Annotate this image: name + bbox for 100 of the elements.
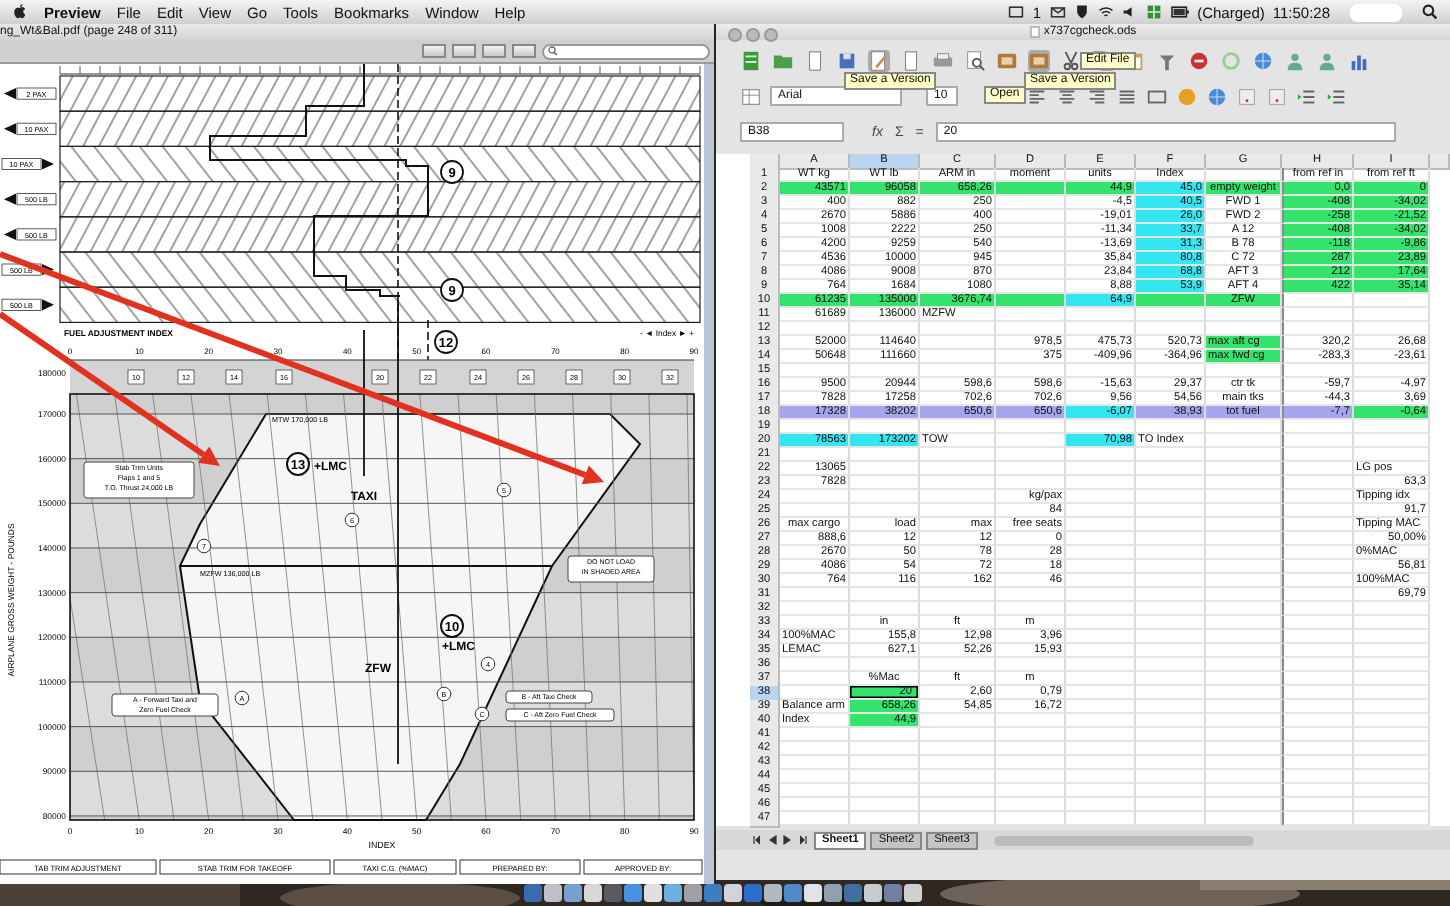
table-cell[interactable] (1282, 756, 1354, 770)
table-cell[interactable] (1354, 448, 1430, 462)
table-cell[interactable] (1206, 700, 1282, 714)
table-cell[interactable] (996, 742, 1066, 756)
table-cell[interactable] (780, 602, 850, 616)
table-cell[interactable] (996, 476, 1066, 490)
table-cell[interactable] (1282, 644, 1354, 658)
column-header[interactable] (1430, 154, 1450, 170)
table-cell[interactable] (1282, 812, 1354, 826)
table-cell[interactable] (1136, 420, 1206, 434)
justify-icon[interactable] (1116, 85, 1138, 107)
book-icon[interactable] (1028, 49, 1050, 71)
table-cell[interactable] (1136, 546, 1206, 560)
table-cell[interactable] (1282, 602, 1354, 616)
table-cell[interactable] (1206, 686, 1282, 700)
table-cell[interactable] (920, 504, 996, 518)
table-cell[interactable] (996, 308, 1066, 322)
table-cell[interactable] (1354, 658, 1430, 672)
table-cell[interactable] (996, 448, 1066, 462)
table-cell[interactable] (1206, 728, 1282, 742)
table-cell[interactable] (850, 588, 920, 602)
table-cell[interactable] (1066, 546, 1136, 560)
view-button[interactable] (452, 44, 476, 58)
table-cell[interactable] (1354, 686, 1430, 700)
table-cell[interactable] (1136, 644, 1206, 658)
table-cell[interactable] (850, 742, 920, 756)
table-cell[interactable] (1066, 448, 1136, 462)
table-cell[interactable] (1282, 504, 1354, 518)
table-cell[interactable] (1066, 504, 1136, 518)
table-cell[interactable] (850, 784, 920, 798)
table-cell[interactable] (1206, 308, 1282, 322)
table-cell[interactable] (1206, 658, 1282, 672)
table-cell[interactable] (1282, 532, 1354, 546)
table-cell[interactable] (1282, 686, 1354, 700)
table-cell[interactable] (1354, 770, 1430, 784)
table-cell[interactable] (1282, 700, 1354, 714)
table-cell[interactable] (920, 462, 996, 476)
table-cell[interactable] (1066, 574, 1136, 588)
table-cell[interactable] (920, 798, 996, 812)
table-cell[interactable] (1282, 308, 1354, 322)
table-cell[interactable] (1136, 364, 1206, 378)
table-cell[interactable] (1354, 308, 1430, 322)
search-field[interactable] (1350, 3, 1402, 21)
table-cell[interactable] (1206, 742, 1282, 756)
table-cell[interactable] (1354, 644, 1430, 658)
table-cell[interactable] (1136, 672, 1206, 686)
table-cell[interactable] (850, 448, 920, 462)
table-cell[interactable] (920, 714, 996, 728)
table-cell[interactable] (1066, 714, 1136, 728)
table-cell[interactable] (850, 798, 920, 812)
table-cell[interactable] (1136, 322, 1206, 336)
table-cell[interactable] (1066, 644, 1136, 658)
table-cell[interactable] (1066, 756, 1136, 770)
table-cell[interactable] (996, 364, 1066, 378)
table-cell[interactable] (1354, 700, 1430, 714)
table-cell[interactable] (996, 756, 1066, 770)
table-cell[interactable] (920, 322, 996, 336)
table-cell[interactable] (1206, 574, 1282, 588)
table-cell[interactable] (780, 770, 850, 784)
table-cell[interactable] (920, 336, 996, 350)
table-cell[interactable] (996, 252, 1066, 266)
table-cell[interactable] (996, 238, 1066, 252)
table-cell[interactable] (1282, 462, 1354, 476)
table-cell[interactable] (780, 742, 850, 756)
table-cell[interactable] (1282, 420, 1354, 434)
table-cell[interactable] (1206, 518, 1282, 532)
spreadsheet-icon[interactable] (740, 49, 762, 71)
table-cell[interactable] (920, 448, 996, 462)
view-button[interactable] (422, 44, 446, 58)
table-cell[interactable] (1206, 644, 1282, 658)
table-cell[interactable] (1066, 616, 1136, 630)
align-center-icon[interactable] (1056, 85, 1078, 107)
table-cell[interactable] (780, 784, 850, 798)
table-cell[interactable] (1206, 532, 1282, 546)
table-cell[interactable] (920, 476, 996, 490)
decimal-icon[interactable] (1266, 85, 1288, 107)
table-cell[interactable] (1206, 602, 1282, 616)
table-cell[interactable] (1206, 756, 1282, 770)
table-cell[interactable] (996, 798, 1066, 812)
table-cell[interactable] (1136, 448, 1206, 462)
table-cell[interactable] (1066, 560, 1136, 574)
table-cell[interactable] (1282, 588, 1354, 602)
table-cell[interactable] (1206, 630, 1282, 644)
table-cell[interactable] (1206, 672, 1282, 686)
table-cell[interactable] (850, 322, 920, 336)
table-cell[interactable] (850, 812, 920, 826)
table-cell[interactable] (1136, 588, 1206, 602)
table-cell[interactable] (850, 728, 920, 742)
table-cell[interactable] (1136, 630, 1206, 644)
table-cell[interactable] (1354, 672, 1430, 686)
book-icon[interactable] (996, 49, 1018, 71)
table-cell[interactable] (1066, 742, 1136, 756)
table-cell[interactable] (1206, 546, 1282, 560)
volume-icon[interactable] (1121, 4, 1138, 20)
table-cell[interactable] (920, 602, 996, 616)
document-icon[interactable] (900, 49, 922, 71)
table-cell[interactable] (1066, 672, 1136, 686)
table-cell[interactable] (1066, 784, 1136, 798)
table-cell[interactable] (1206, 504, 1282, 518)
table-cell[interactable] (996, 728, 1066, 742)
